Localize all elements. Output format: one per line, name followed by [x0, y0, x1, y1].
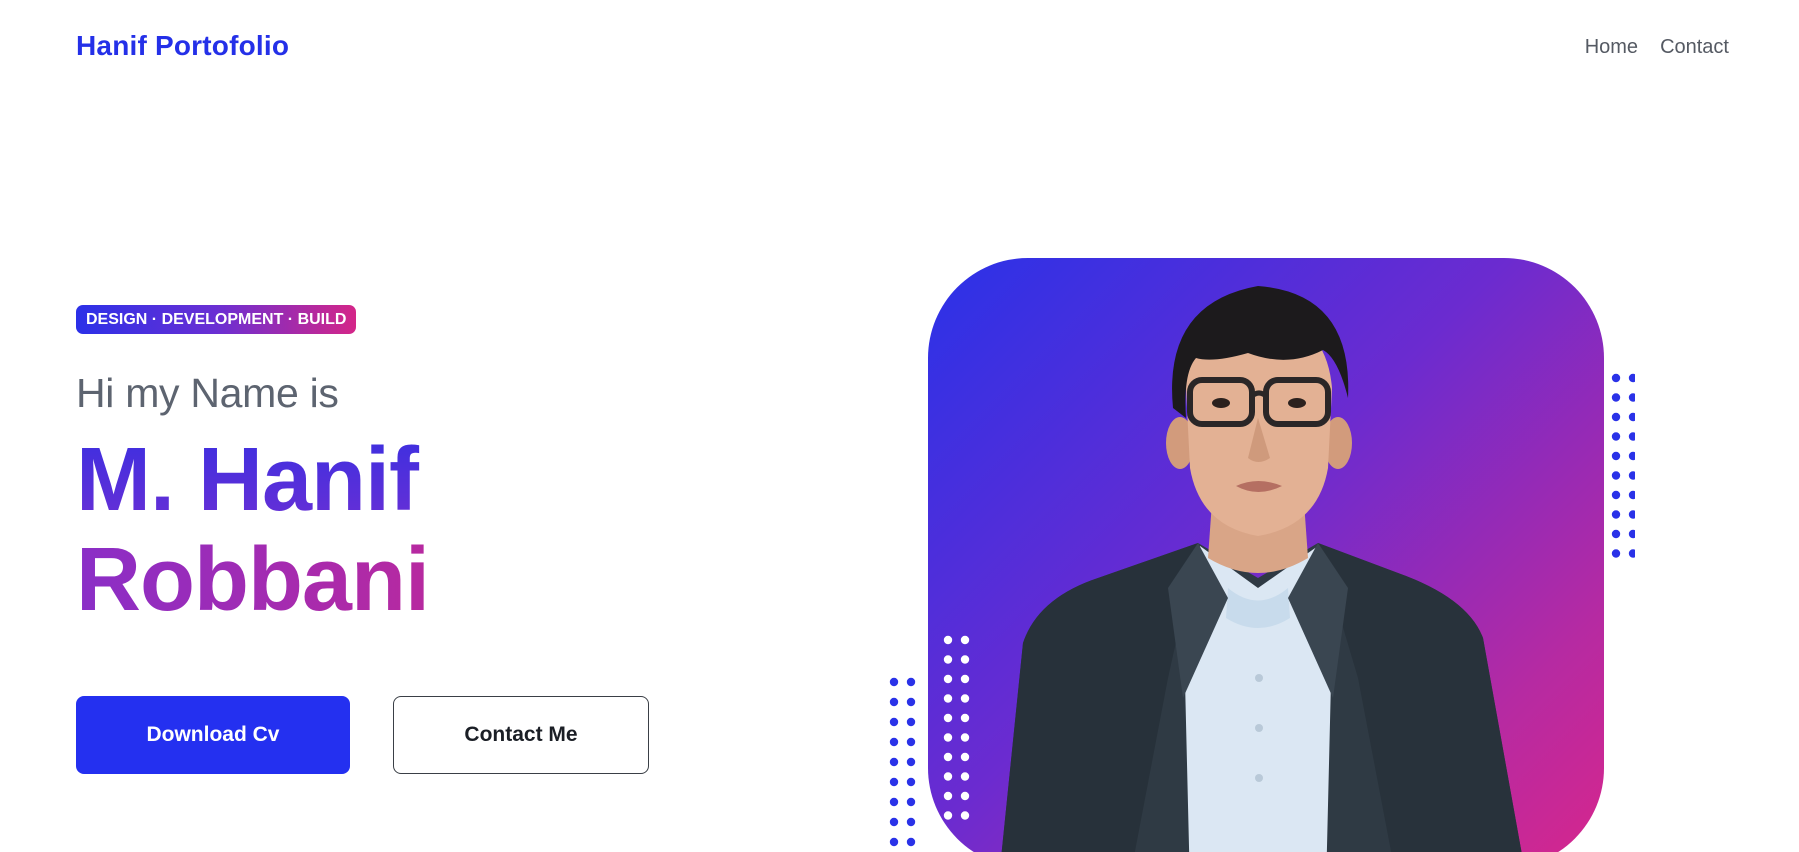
dot	[906, 777, 916, 787]
dot	[889, 837, 899, 847]
hero-buttons: Download Cv Contact Me	[76, 696, 649, 774]
dot-pattern-icon	[889, 635, 970, 847]
dot	[889, 757, 899, 767]
dot	[960, 733, 970, 742]
dot	[943, 811, 953, 820]
profile-photo-card	[928, 258, 1604, 852]
dot	[906, 737, 916, 747]
dot	[1628, 451, 1635, 461]
dot	[960, 674, 970, 684]
dot	[943, 791, 953, 801]
greeting-text: Hi my Name is	[76, 370, 339, 416]
dot	[906, 697, 916, 707]
dot	[943, 694, 953, 703]
dot	[960, 694, 970, 703]
dot	[889, 777, 899, 787]
dot	[906, 817, 916, 827]
dot	[1611, 471, 1621, 480]
nav-link-home[interactable]: Home	[1585, 36, 1638, 59]
dot	[906, 797, 916, 807]
dot	[943, 655, 953, 664]
nav-links: Home Contact	[1585, 36, 1729, 59]
hero-name: M. Hanif Robbani	[76, 430, 776, 630]
dot	[960, 772, 970, 781]
navbar: Hanif Portofolio Home Contact	[0, 0, 1799, 98]
dot	[960, 635, 970, 645]
dot	[960, 655, 970, 664]
dot	[1611, 451, 1621, 461]
dot	[1628, 471, 1635, 480]
dot	[960, 713, 970, 723]
dot	[1628, 412, 1635, 422]
brand-logo-link[interactable]: Hanif Portofolio	[76, 30, 289, 62]
contact-me-button[interactable]: Contact Me	[393, 696, 649, 774]
dot	[889, 797, 899, 807]
dot	[943, 772, 953, 781]
dot	[1611, 412, 1621, 422]
dot	[1611, 490, 1621, 500]
dot	[889, 697, 899, 707]
dot	[943, 674, 953, 684]
dot	[1628, 432, 1635, 441]
dot	[943, 635, 953, 645]
dot	[943, 752, 953, 762]
dot	[889, 817, 899, 827]
dot	[906, 717, 916, 727]
dot	[943, 733, 953, 742]
dot	[889, 717, 899, 727]
dot	[906, 677, 916, 687]
dot	[889, 677, 899, 687]
download-cv-button[interactable]: Download Cv	[76, 696, 350, 774]
dot	[1611, 549, 1621, 558]
dot	[906, 837, 916, 847]
name-line-2: Robbani	[76, 530, 776, 630]
name-line-1: M. Hanif	[76, 430, 776, 530]
dot	[1628, 549, 1635, 558]
dot	[960, 791, 970, 801]
tagline-badge: DESIGN · DEVELOPMENT · BUILD	[76, 305, 357, 334]
profile-photo-icon	[1001, 286, 1522, 852]
dot	[960, 752, 970, 762]
dot	[1611, 510, 1621, 519]
dot	[1611, 529, 1621, 539]
dot	[1628, 510, 1635, 519]
dot	[1628, 490, 1635, 500]
dot	[1611, 432, 1621, 441]
dot	[960, 811, 970, 820]
dot	[1628, 529, 1635, 539]
dot	[1611, 393, 1621, 402]
hero-text: DESIGN · DEVELOPMENT · BUILD Hi my Name …	[76, 305, 776, 630]
dot	[1628, 373, 1635, 383]
dot	[889, 737, 899, 747]
nav-link-contact[interactable]: Contact	[1660, 36, 1729, 59]
dot	[906, 757, 916, 767]
dot	[1611, 373, 1621, 383]
dot	[1628, 393, 1635, 402]
dot	[943, 713, 953, 723]
